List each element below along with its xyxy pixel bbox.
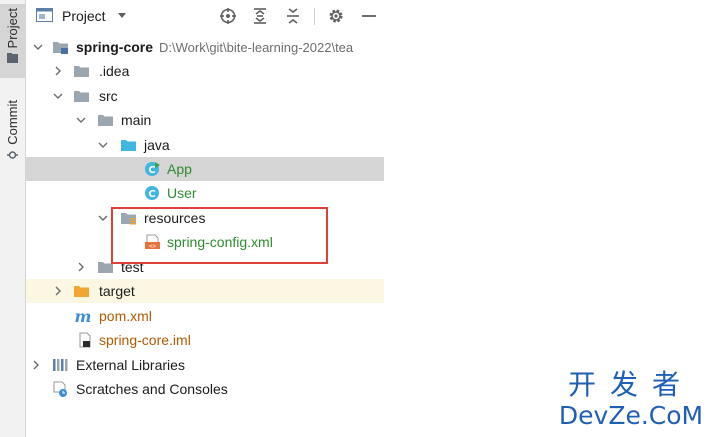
tree-row-root[interactable]: spring-core D:\Work\git\bite-learning-20… — [26, 35, 384, 59]
tree-label-src: src — [99, 88, 118, 104]
tree-row-external-libraries[interactable]: External Libraries — [26, 353, 384, 377]
folder-icon — [98, 115, 113, 126]
java-class-icon: C — [145, 186, 159, 200]
target-icon[interactable] — [219, 7, 237, 25]
tab-commit-label: Commit — [5, 100, 20, 145]
expand-all-icon[interactable] — [251, 7, 269, 25]
root-path: D:\Work\git\bite-learning-2022\tea — [159, 40, 354, 55]
project-view-icon — [36, 8, 53, 22]
chevron-down-icon[interactable] — [76, 115, 86, 125]
tree-row-app[interactable]: C App — [26, 157, 384, 181]
panel-title[interactable]: Project — [62, 8, 106, 24]
tree-label-external-libraries: External Libraries — [76, 357, 185, 373]
chevron-right-icon[interactable] — [76, 262, 86, 272]
chevron-down-icon[interactable] — [98, 213, 108, 223]
scratches-icon — [53, 381, 67, 397]
svg-text:C: C — [148, 189, 155, 200]
panel-header: Project — [26, 0, 384, 33]
maven-icon: m — [75, 308, 91, 324]
gear-icon[interactable] — [327, 7, 345, 25]
project-panel: Project spring-core D:\Work\git\bite-lea… — [26, 0, 384, 437]
tool-window-strip: Project Commit — [0, 0, 26, 437]
chevron-right-icon[interactable] — [53, 286, 63, 296]
tree-label-user: User — [167, 185, 197, 201]
chevron-down-icon[interactable] — [33, 42, 43, 52]
java-class-icon: C — [145, 162, 160, 176]
chevron-down-icon[interactable] — [116, 10, 128, 22]
tree-label-idea: .idea — [99, 63, 130, 79]
tree-row-main[interactable]: main — [26, 108, 384, 132]
libraries-icon — [53, 359, 68, 371]
tree-row-scratches[interactable]: Scratches and Consoles — [26, 377, 384, 401]
highlight-box — [111, 207, 328, 264]
watermark-cn: 开发者 — [567, 368, 694, 401]
minimize-icon[interactable] — [360, 7, 378, 25]
tree-row-user[interactable]: C User — [26, 181, 384, 205]
tree-label-app: App — [167, 161, 192, 177]
project-folder-icon — [7, 53, 18, 64]
excluded-folder-icon — [74, 286, 89, 297]
tree-label-java: java — [144, 137, 170, 153]
source-folder-icon — [121, 140, 136, 151]
folder-icon — [74, 91, 89, 102]
svg-text:m: m — [75, 308, 91, 324]
tab-commit[interactable]: Commit — [0, 96, 25, 174]
watermark: 开发者 DevZe.CoM — [556, 370, 706, 430]
header-divider — [314, 8, 315, 25]
tree-row-idea[interactable]: .idea — [26, 59, 384, 83]
tab-project[interactable]: Project — [0, 4, 25, 78]
tree-label-pom: pom.xml — [99, 308, 152, 324]
chevron-down-icon[interactable] — [53, 91, 63, 101]
chevron-down-icon[interactable] — [98, 140, 108, 150]
watermark-en: DevZe.CoM — [558, 401, 704, 430]
tree-label-target: target — [99, 283, 135, 299]
commit-icon — [7, 151, 18, 159]
tree-label-iml: spring-core.iml — [99, 332, 191, 348]
tab-project-label: Project — [5, 8, 20, 49]
tree-row-pom[interactable]: m pom.xml — [26, 304, 384, 328]
chevron-right-icon[interactable] — [31, 360, 41, 370]
tree-label-root: spring-core — [76, 39, 154, 55]
tree-label-main: main — [121, 112, 152, 128]
svg-text:C: C — [148, 165, 155, 176]
tree-row-iml[interactable]: spring-core.iml — [26, 328, 384, 352]
iml-file-icon — [79, 332, 91, 348]
tree-row-target[interactable]: target — [26, 279, 384, 303]
folder-icon — [74, 66, 89, 77]
tree-row-src[interactable]: src — [26, 84, 384, 108]
module-folder-icon — [53, 42, 68, 54]
chevron-right-icon[interactable] — [53, 66, 63, 76]
tree-row-java[interactable]: java — [26, 133, 384, 157]
collapse-all-icon[interactable] — [284, 7, 302, 25]
tree-label-scratches: Scratches and Consoles — [76, 381, 228, 397]
